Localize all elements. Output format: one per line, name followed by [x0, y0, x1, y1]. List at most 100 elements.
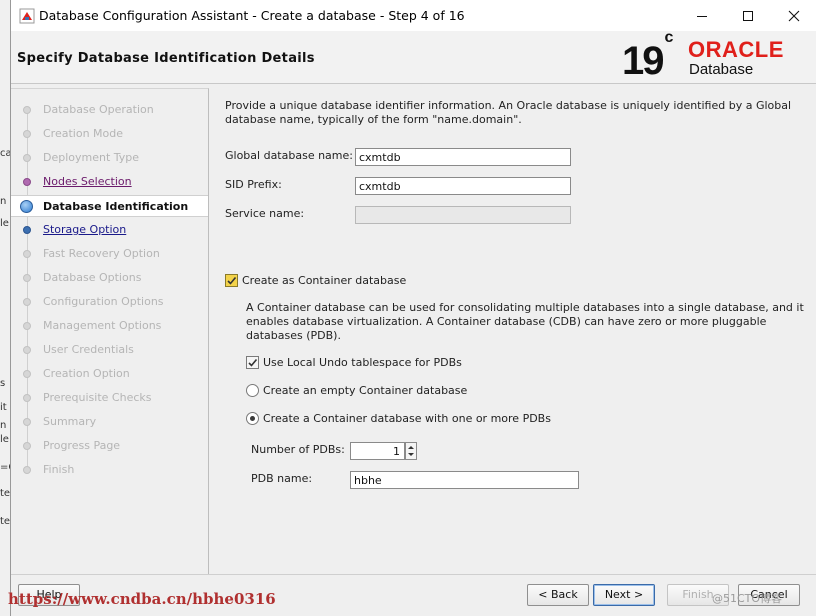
oracle-logo-product: Database — [689, 61, 754, 78]
local-undo-label[interactable]: Use Local Undo tablespace for PDBs — [263, 356, 462, 370]
step-management-options: Management Options — [11, 315, 208, 337]
intro-text-line2: database name, typically of the form "na… — [225, 113, 522, 126]
step-dot-icon — [23, 130, 31, 138]
container-desc-line1: A Container database can be used for con… — [246, 301, 804, 314]
step-nodes-selection[interactable]: Nodes Selection — [11, 171, 208, 193]
container-db-label[interactable]: Create as Container database — [242, 274, 406, 288]
step-dot-icon — [23, 466, 31, 474]
service-name-label: Service name: — [225, 207, 305, 220]
step-dot-icon — [23, 298, 31, 306]
page-header: Specify Database Identification Details … — [11, 29, 816, 84]
window-title: Database Configuration Assistant - Creat… — [39, 8, 465, 23]
step-label: Creation Mode — [43, 127, 124, 140]
back-button[interactable]: < Back — [527, 584, 589, 606]
sid-prefix-input[interactable]: cxmtdb — [355, 177, 571, 195]
bleed-text: n — [0, 196, 7, 207]
num-pdbs-label: Number of PDBs: — [251, 443, 345, 456]
next-button[interactable]: Next > — [593, 584, 655, 606]
logo-version: 19 — [622, 39, 664, 83]
global-db-name-input[interactable]: cxmtdb — [355, 148, 571, 166]
step-label: Deployment Type — [43, 151, 140, 164]
current-step-icon — [20, 200, 33, 213]
step-label[interactable]: Nodes Selection — [43, 175, 132, 188]
bleed-text: le — [0, 434, 9, 445]
pdb-name-input[interactable]: hbhe — [350, 471, 579, 489]
step-dot-icon — [23, 442, 31, 450]
step-dot-icon — [23, 418, 31, 426]
sid-prefix-label: SID Prefix: — [225, 178, 282, 191]
app-icon — [19, 8, 35, 24]
step-dot-icon — [23, 226, 31, 234]
container-db-checkbox[interactable] — [225, 274, 238, 287]
step-label: User Credentials — [43, 343, 134, 356]
container-desc-line3: databases (PDB). — [246, 329, 341, 342]
bleed-text: s — [0, 378, 6, 389]
page-title: Specify Database Identification Details — [17, 51, 315, 66]
maximize-button[interactable] — [725, 0, 771, 31]
step-deployment-type: Deployment Type — [11, 147, 208, 169]
step-label: Configuration Options — [43, 295, 164, 308]
close-button[interactable] — [771, 0, 816, 31]
cdb-with-pdbs-label[interactable]: Create a Container database with one or … — [263, 412, 551, 426]
minimize-button[interactable] — [679, 0, 725, 31]
step-label: Creation Option — [43, 367, 130, 380]
step-dot-icon — [23, 250, 31, 258]
step-label: Database Operation — [43, 103, 154, 116]
step-creation-option: Creation Option — [11, 363, 208, 385]
watermark-url: https://www.cndba.cn/hbhe0316 — [8, 590, 276, 608]
bleed-text: it — [0, 402, 7, 413]
spinner-arrows-icon — [408, 446, 414, 456]
step-label[interactable]: Storage Option — [43, 223, 126, 236]
step-user-credentials: User Credentials — [11, 339, 208, 361]
step-database-identification[interactable]: Database Identification — [11, 195, 208, 217]
step-label: Prerequisite Checks — [43, 391, 152, 404]
step-configuration-options: Configuration Options — [11, 291, 208, 313]
logo-sup: c — [664, 28, 674, 46]
intro-text-line1: Provide a unique database identifier inf… — [225, 99, 792, 112]
oracle-version-logo: 19c — [622, 29, 673, 84]
bleed-text: le — [0, 218, 9, 229]
local-undo-checkbox[interactable] — [246, 356, 259, 369]
step-label: Management Options — [43, 319, 162, 332]
step-label: Database Options — [43, 271, 142, 284]
minimize-icon — [697, 15, 707, 17]
step-progress-page: Progress Page — [11, 435, 208, 457]
oracle-logo: ORACLE — [688, 37, 784, 62]
pdb-name-label: PDB name: — [251, 472, 313, 485]
step-prerequisite-checks: Prerequisite Checks — [11, 387, 208, 409]
step-label: Finish — [43, 463, 75, 476]
step-dot-icon — [23, 106, 31, 114]
step-fast-recovery-option: Fast Recovery Option — [11, 243, 208, 265]
step-dot-icon — [23, 346, 31, 354]
service-name-input — [355, 206, 571, 224]
title-bar[interactable]: Database Configuration Assistant - Creat… — [11, 0, 816, 31]
num-pdbs-spinner[interactable] — [405, 442, 417, 460]
background-window-strip: ca n le s it n le =C te te — [0, 0, 15, 616]
checkmark-icon — [248, 358, 258, 367]
step-dot-icon — [23, 370, 31, 378]
step-database-options: Database Options — [11, 267, 208, 289]
watermark-site: @51CTO博客 — [712, 592, 783, 605]
empty-cdb-label[interactable]: Create an empty Container database — [263, 384, 467, 398]
step-label: Database Identification — [43, 200, 189, 213]
step-dot-icon — [23, 394, 31, 402]
container-desc-line2: enables database virtualization. A Conta… — [246, 315, 767, 328]
steps-pane: Database Operation Creation Mode Deploym… — [11, 88, 209, 574]
global-db-name-label: Global database name: — [225, 149, 353, 162]
main-content: Provide a unique database identifier inf… — [210, 88, 816, 574]
bleed-text: n — [0, 420, 7, 431]
dbca-window: Database Configuration Assistant - Creat… — [10, 0, 816, 616]
bleed-text: te — [0, 516, 11, 527]
step-dot-icon — [23, 274, 31, 282]
step-label: Summary — [43, 415, 97, 428]
step-dot-icon — [23, 154, 31, 162]
step-finish: Finish — [11, 459, 208, 481]
step-storage-option[interactable]: Storage Option — [11, 219, 208, 241]
num-pdbs-input[interactable]: 1 — [350, 442, 405, 460]
empty-cdb-radio[interactable] — [246, 384, 259, 397]
close-icon — [788, 10, 800, 21]
bleed-text: te — [0, 488, 11, 499]
step-summary: Summary — [11, 411, 208, 433]
cdb-with-pdbs-radio[interactable] — [246, 412, 259, 425]
step-database-operation: Database Operation — [11, 99, 208, 121]
